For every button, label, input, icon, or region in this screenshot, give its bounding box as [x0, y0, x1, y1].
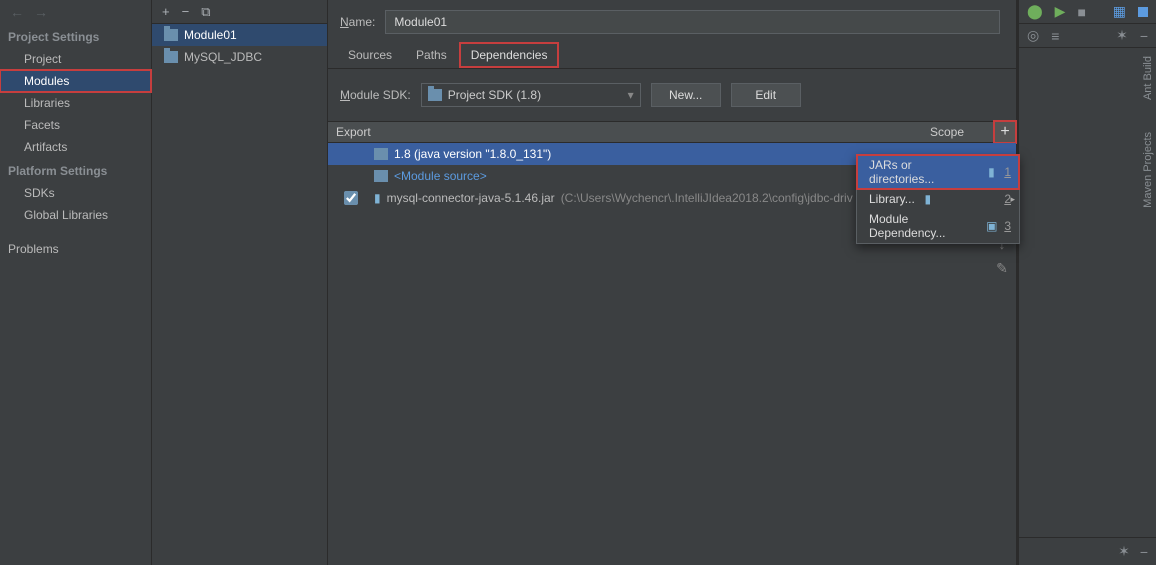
dependency-label: mysql-connector-java-5.1.46.jar	[387, 191, 555, 205]
module-label: MySQL_JDBC	[184, 50, 262, 64]
name-field-label: Name:	[340, 15, 375, 29]
module-editor-main: Name: Sources Paths Dependencies Module …	[328, 0, 1016, 565]
minimize-icon[interactable]: −	[1140, 544, 1148, 560]
module-item-module01[interactable]: Module01	[152, 24, 327, 46]
sidebar-item-libraries[interactable]: Libraries	[0, 92, 151, 114]
dependency-path: (C:\Users\Wychencr\.IntelliJIdea2018.2\c…	[561, 191, 853, 205]
sdk-combo-value: Project SDK (1.8)	[448, 88, 541, 102]
sidebar-item-sdks[interactable]: SDKs	[0, 182, 151, 204]
folder-icon	[374, 170, 388, 182]
add-dependency-popup: ▮ 1 JARs or directories... ▮ 2 Library..…	[856, 154, 1020, 244]
dependency-label: 1.8 (java version "1.8.0_131")	[394, 147, 551, 161]
remove-module-icon[interactable]: −	[182, 4, 190, 19]
scope-header: Scope	[930, 125, 990, 139]
right-tool-strip: ⬤ ▶ ■ ▦ ◎ ≡ ✶ − Ant Build Maven Projects…	[1016, 0, 1156, 565]
module-tabs: Sources Paths Dependencies	[328, 42, 1016, 69]
dependency-label: <Module source>	[394, 169, 487, 183]
edit-dependency-icon[interactable]: ✎	[992, 258, 1012, 278]
run-icon[interactable]: ▶	[1055, 3, 1066, 20]
module-label: Module01	[184, 28, 237, 42]
tab-dependencies[interactable]: Dependencies	[459, 42, 560, 68]
popup-item-library[interactable]: ▮ 2 Library... ▸	[857, 189, 1019, 209]
module-list-panel: + − ⧉ Module01 MySQL_JDBC	[152, 0, 328, 565]
window-icon[interactable]	[1138, 7, 1148, 17]
minimize-icon[interactable]: −	[1140, 28, 1148, 44]
dependencies-header: Export Scope +	[328, 121, 1016, 143]
tab-paths[interactable]: Paths	[404, 42, 459, 68]
sidebar-heading-platform: Platform Settings	[0, 158, 151, 182]
module-item-mysql-jdbc[interactable]: MySQL_JDBC	[152, 46, 327, 68]
popup-hotkey: 3	[1004, 219, 1011, 233]
add-dependency-button[interactable]: +	[994, 121, 1016, 143]
tab-sources[interactable]: Sources	[336, 42, 404, 68]
sidebar-nav-arrows: ← →	[0, 0, 151, 24]
sdk-edit-button[interactable]: Edit	[731, 83, 801, 107]
sidebar-heading-project: Project Settings	[0, 24, 151, 48]
filter-icon[interactable]: ≡	[1051, 28, 1059, 44]
popup-item-jars[interactable]: ▮ 1 JARs or directories...	[857, 155, 1019, 189]
submenu-arrow-icon: ▸	[1010, 194, 1015, 205]
popup-label: JARs or directories...	[869, 158, 979, 186]
folder-icon	[164, 29, 178, 41]
folder-icon	[164, 51, 178, 63]
module-sdk-label: Module SDK:	[340, 88, 411, 102]
target-icon[interactable]: ◎	[1027, 27, 1039, 44]
project-settings-sidebar: ← → Project Settings Project Modules Lib…	[0, 0, 152, 565]
popup-hotkey: 1	[1004, 165, 1011, 179]
library-icon: ▮	[374, 191, 381, 205]
sdk-new-button[interactable]: New...	[651, 83, 721, 107]
sidebar-item-problems[interactable]: Problems	[0, 238, 151, 260]
folder-icon	[428, 89, 442, 101]
copy-module-icon[interactable]: ⧉	[201, 4, 210, 20]
library-icon: ▮	[921, 192, 935, 206]
popup-item-module-dep[interactable]: ▣ 3 Module Dependency...	[857, 209, 1019, 243]
toolwindow-maven[interactable]: Maven Projects	[1138, 128, 1154, 216]
sidebar-item-facets[interactable]: Facets	[0, 114, 151, 136]
export-header: Export	[336, 125, 896, 139]
dependency-export-checkbox[interactable]	[344, 191, 358, 205]
add-module-icon[interactable]: +	[162, 4, 170, 19]
module-sdk-combo[interactable]: Project SDK (1.8) ▾	[421, 83, 641, 107]
back-icon[interactable]: ←	[10, 4, 24, 20]
popup-label: Library...	[869, 192, 915, 206]
module-name-input[interactable]	[385, 10, 1000, 34]
sidebar-item-modules[interactable]: Modules	[0, 70, 151, 92]
chevron-down-icon: ▾	[628, 88, 634, 102]
module-icon: ▣	[985, 219, 998, 233]
gear-icon[interactable]: ✶	[1118, 543, 1130, 560]
gear-icon[interactable]: ✶	[1116, 27, 1128, 44]
folder-icon	[374, 148, 388, 160]
forward-icon[interactable]: →	[34, 4, 48, 20]
stop-icon[interactable]: ■	[1077, 4, 1085, 20]
sidebar-item-project[interactable]: Project	[0, 48, 151, 70]
bug-icon[interactable]: ⬤	[1027, 3, 1043, 20]
sidebar-item-global-libraries[interactable]: Global Libraries	[0, 204, 151, 226]
library-icon: ▮	[985, 165, 999, 179]
layout-icon[interactable]: ▦	[1113, 3, 1126, 20]
toolwindow-antbuild[interactable]: Ant Build	[1138, 52, 1154, 108]
popup-label: Module Dependency...	[869, 212, 979, 240]
sidebar-item-artifacts[interactable]: Artifacts	[0, 136, 151, 158]
module-toolbar: + − ⧉	[152, 0, 327, 24]
